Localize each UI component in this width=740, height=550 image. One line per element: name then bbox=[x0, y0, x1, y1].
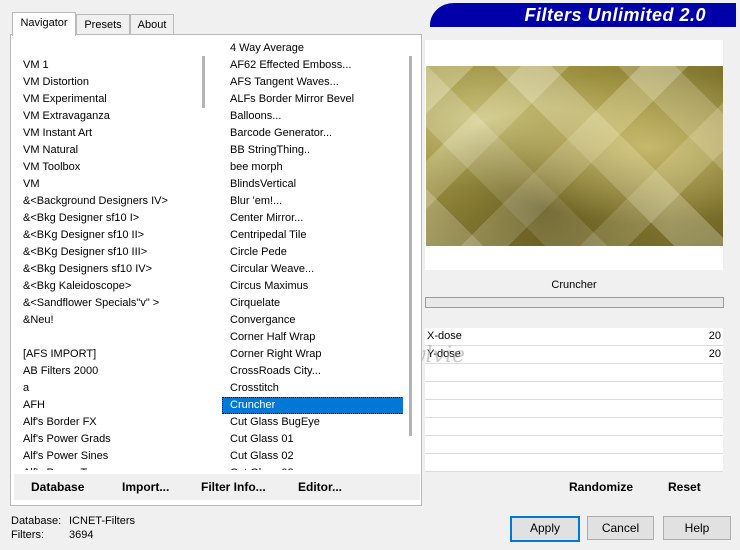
reset-button[interactable]: Reset bbox=[668, 480, 701, 494]
category-item[interactable]: VM Experimental bbox=[15, 91, 211, 108]
category-item[interactable]: Alf's Power Grads bbox=[15, 431, 211, 448]
param-value: 20 bbox=[708, 348, 721, 360]
filter-list[interactable]: 4 Way Average AF62 Effected Emboss... AFS … bbox=[222, 40, 418, 470]
filter-item[interactable]: Cut Glass 03 bbox=[222, 465, 418, 470]
filter-item[interactable]: Cut Glass BugEye bbox=[222, 414, 418, 431]
param-row-empty bbox=[425, 454, 723, 472]
preset-toolbar: Randomize Reset bbox=[425, 474, 723, 500]
cancel-button[interactable]: Cancel bbox=[587, 516, 654, 540]
category-item[interactable]: &<Bkg Designer sf10 I> bbox=[15, 210, 211, 227]
filter-info-button[interactable]: Filter Info... bbox=[201, 480, 266, 494]
category-item[interactable]: VM Extravaganza bbox=[15, 108, 211, 125]
editor-button[interactable]: Editor... bbox=[298, 480, 342, 494]
database-status-value: ICNET-Filters bbox=[69, 515, 135, 527]
tab-about[interactable]: About bbox=[130, 14, 174, 35]
filter-item[interactable]: Circular Weave... bbox=[222, 261, 418, 278]
preview-image bbox=[426, 66, 723, 246]
banner-title: Filters Unlimited 2.0 bbox=[524, 5, 706, 25]
navigator-toolbar: Database Import... Filter Info... Editor… bbox=[14, 474, 420, 500]
category-item[interactable]: VM Toolbox bbox=[15, 159, 211, 176]
filter-item[interactable]: 4 Way Average bbox=[222, 40, 418, 57]
param-row-empty bbox=[425, 436, 723, 454]
filter-item[interactable]: Cut Glass 02 bbox=[222, 448, 418, 465]
filter-scrollbar[interactable] bbox=[403, 40, 418, 470]
filter-item[interactable]: Blur 'em!... bbox=[222, 193, 418, 210]
category-item[interactable]: &Neu! bbox=[15, 312, 211, 329]
category-scroll-thumb[interactable] bbox=[202, 56, 205, 108]
title-banner: Filters Unlimited 2.0 bbox=[430, 3, 736, 27]
filter-item[interactable]: BlindsVertical bbox=[222, 176, 418, 193]
category-item[interactable]: Alf's Power Sines bbox=[15, 448, 211, 465]
param-value: 20 bbox=[708, 330, 721, 342]
category-item[interactable]: VM bbox=[15, 176, 211, 193]
randomize-button[interactable]: Randomize bbox=[569, 480, 633, 494]
filters-status-label: Filters: bbox=[11, 529, 44, 541]
database-button[interactable]: Database bbox=[31, 480, 84, 494]
help-button[interactable]: Help bbox=[663, 516, 731, 540]
category-item[interactable]: AFH bbox=[15, 397, 211, 414]
import-button[interactable]: Import... bbox=[122, 480, 169, 494]
category-item[interactable]: &<Bkg Designers sf10 IV> bbox=[15, 261, 211, 278]
filter-scroll-thumb[interactable] bbox=[409, 56, 412, 436]
category-item[interactable]: &<BKg Designer sf10 III> bbox=[15, 244, 211, 261]
filter-item[interactable]: Cirquelate bbox=[222, 295, 418, 312]
category-item[interactable]: &<Sandflower Specials"v" > bbox=[15, 295, 211, 312]
filter-item[interactable]: BB StringThing.. bbox=[222, 142, 418, 159]
param-row-empty bbox=[425, 418, 723, 436]
category-item[interactable]: VM Distortion bbox=[15, 74, 211, 91]
category-item[interactable]: VM 1 bbox=[15, 57, 211, 74]
category-list[interactable]: VM 1 VM Distortion VM Experimental VM Extra… bbox=[15, 40, 211, 470]
category-item[interactable] bbox=[15, 329, 211, 346]
category-item[interactable]: &<BKg Designer sf10 II> bbox=[15, 227, 211, 244]
category-item[interactable]: &<Bkg Kaleidoscope> bbox=[15, 278, 211, 295]
filter-item[interactable]: CrossRoads City... bbox=[222, 363, 418, 380]
filter-item[interactable]: Crosstitch bbox=[222, 380, 418, 397]
filter-item[interactable]: Corner Right Wrap bbox=[222, 346, 418, 363]
filter-item[interactable]: Centripedal Tile bbox=[222, 227, 418, 244]
tab-navigator[interactable]: Navigator bbox=[12, 12, 76, 36]
category-item[interactable]: AB Filters 2000 bbox=[15, 363, 211, 380]
filter-item[interactable]: bee morph bbox=[222, 159, 418, 176]
filter-item[interactable]: Circus Maximus bbox=[222, 278, 418, 295]
filter-item-selected[interactable]: Cruncher bbox=[222, 397, 418, 414]
filter-item[interactable]: Center Mirror... bbox=[222, 210, 418, 227]
filter-item[interactable]: AFS Tangent Waves... bbox=[222, 74, 418, 91]
category-item[interactable]: VM Natural bbox=[15, 142, 211, 159]
database-status-label: Database: bbox=[11, 515, 62, 527]
category-scrollbar[interactable] bbox=[197, 40, 211, 470]
category-item[interactable]: &<Background Designers IV> bbox=[15, 193, 211, 210]
category-item[interactable]: Alf's Power Toys bbox=[15, 465, 211, 470]
tab-presets[interactable]: Presets bbox=[76, 14, 130, 35]
category-item[interactable]: a bbox=[15, 380, 211, 397]
filter-item[interactable]: Balloons... bbox=[222, 108, 418, 125]
filter-item[interactable]: ALFs Border Mirror Bevel bbox=[222, 91, 418, 108]
filter-item[interactable]: Convergance bbox=[222, 312, 418, 329]
filter-item[interactable]: Barcode Generator... bbox=[222, 125, 418, 142]
filter-item[interactable]: Circle Pede bbox=[222, 244, 418, 261]
category-item[interactable]: VM Instant Art bbox=[15, 125, 211, 142]
apply-button[interactable]: Apply bbox=[510, 516, 580, 542]
filter-item[interactable]: Corner Half Wrap bbox=[222, 329, 418, 346]
filter-item[interactable]: Cut Glass 01 bbox=[222, 431, 418, 448]
filter-item[interactable]: AF62 Effected Emboss... bbox=[222, 57, 418, 74]
filters-status-value: 3694 bbox=[69, 529, 94, 541]
category-item[interactable]: [AFS IMPORT] bbox=[15, 346, 211, 363]
category-item[interactable]: Alf's Border FX bbox=[15, 414, 211, 431]
